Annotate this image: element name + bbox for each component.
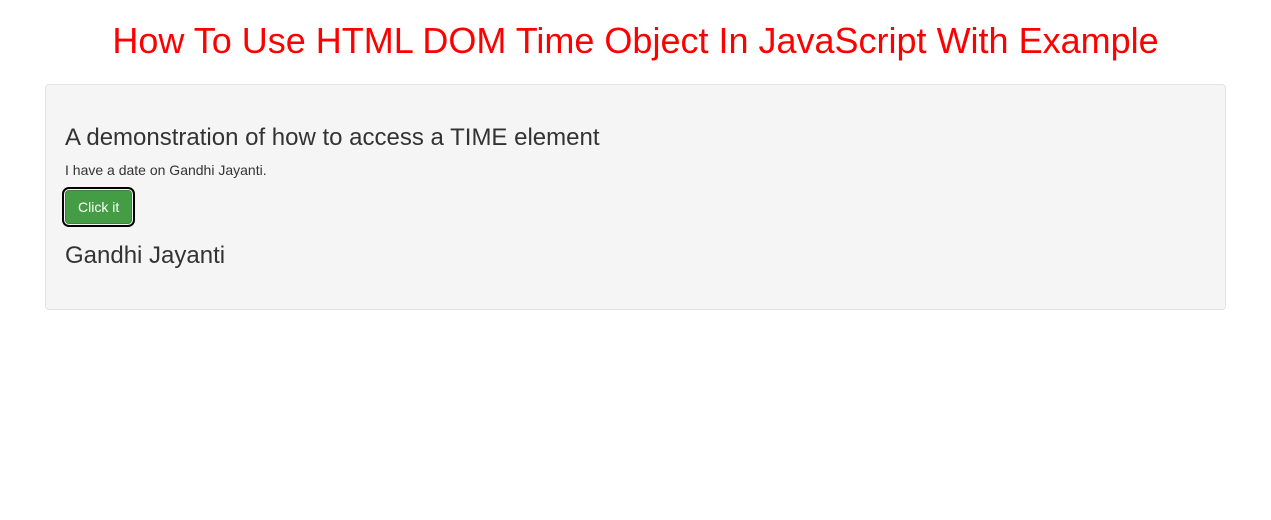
result-output: Gandhi Jayanti	[65, 242, 1206, 270]
demo-heading: A demonstration of how to access a TIME …	[65, 124, 1206, 152]
demo-well: A demonstration of how to access a TIME …	[45, 84, 1226, 310]
page-title: How To Use HTML DOM Time Object In JavaS…	[45, 20, 1226, 62]
demo-paragraph: I have a date on Gandhi Jayanti.	[65, 162, 1206, 178]
click-it-button[interactable]: Click it	[65, 190, 132, 224]
